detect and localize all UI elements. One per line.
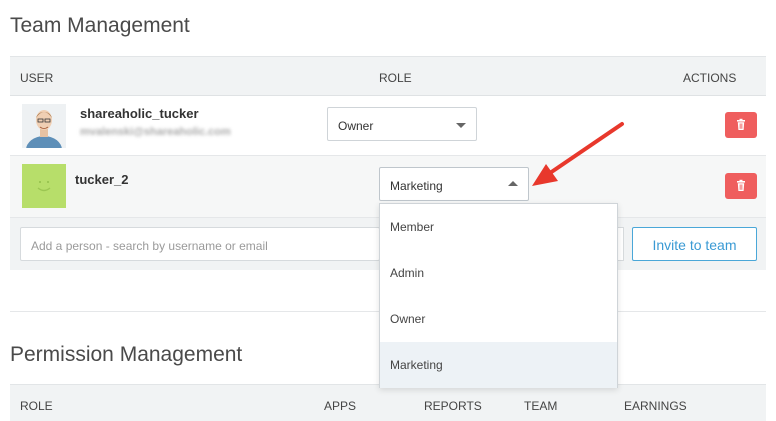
team-row: shareaholic_tucker mvalenski@shareaholic… bbox=[10, 96, 766, 156]
permission-table-header: ROLE APPS REPORTS TEAM EARNINGS bbox=[10, 384, 766, 421]
column-team: TEAM bbox=[524, 399, 558, 413]
column-user: USER bbox=[20, 71, 54, 85]
permission-management-title: Permission Management bbox=[10, 343, 243, 366]
trash-icon bbox=[737, 179, 745, 191]
user-photo-icon bbox=[22, 104, 66, 148]
delete-member-button[interactable] bbox=[725, 112, 757, 138]
role-option-admin[interactable]: Admin bbox=[380, 250, 617, 296]
role-select-value: Owner bbox=[338, 119, 374, 133]
column-reports: REPORTS bbox=[424, 399, 482, 413]
caret-up-icon bbox=[508, 181, 518, 186]
role-option-marketing[interactable]: Marketing bbox=[380, 342, 617, 388]
role-select-value: Marketing bbox=[390, 179, 443, 193]
avatar bbox=[22, 164, 66, 208]
member-username: shareaholic_tucker bbox=[80, 106, 199, 121]
delete-member-button[interactable] bbox=[725, 173, 757, 199]
column-role: ROLE bbox=[20, 399, 53, 413]
role-dropdown-menu: Member Admin Owner Marketing bbox=[379, 203, 618, 388]
role-select[interactable]: Owner bbox=[327, 107, 477, 141]
member-email: mvalenski@shareaholic.com bbox=[80, 126, 231, 138]
role-option-owner[interactable]: Owner bbox=[380, 296, 617, 342]
role-select-open[interactable]: Marketing bbox=[379, 167, 529, 201]
invite-input-edge bbox=[618, 227, 624, 261]
smiley-placeholder-icon bbox=[22, 164, 66, 208]
trash-icon bbox=[737, 118, 745, 130]
column-role: ROLE bbox=[379, 71, 412, 85]
team-management-title: Team Management bbox=[10, 14, 190, 37]
member-username: tucker_2 bbox=[75, 172, 129, 187]
invite-to-team-button[interactable]: Invite to team bbox=[632, 227, 757, 261]
team-table-header: USER ROLE ACTIONS bbox=[10, 56, 766, 96]
caret-down-icon bbox=[456, 123, 466, 128]
role-option-member[interactable]: Member bbox=[380, 204, 617, 250]
avatar bbox=[22, 104, 66, 148]
column-actions: ACTIONS bbox=[683, 71, 737, 85]
column-earnings: EARNINGS bbox=[624, 399, 687, 413]
column-apps: APPS bbox=[324, 399, 357, 413]
invite-search-input[interactable]: Add a person - search by username or ema… bbox=[20, 227, 380, 261]
